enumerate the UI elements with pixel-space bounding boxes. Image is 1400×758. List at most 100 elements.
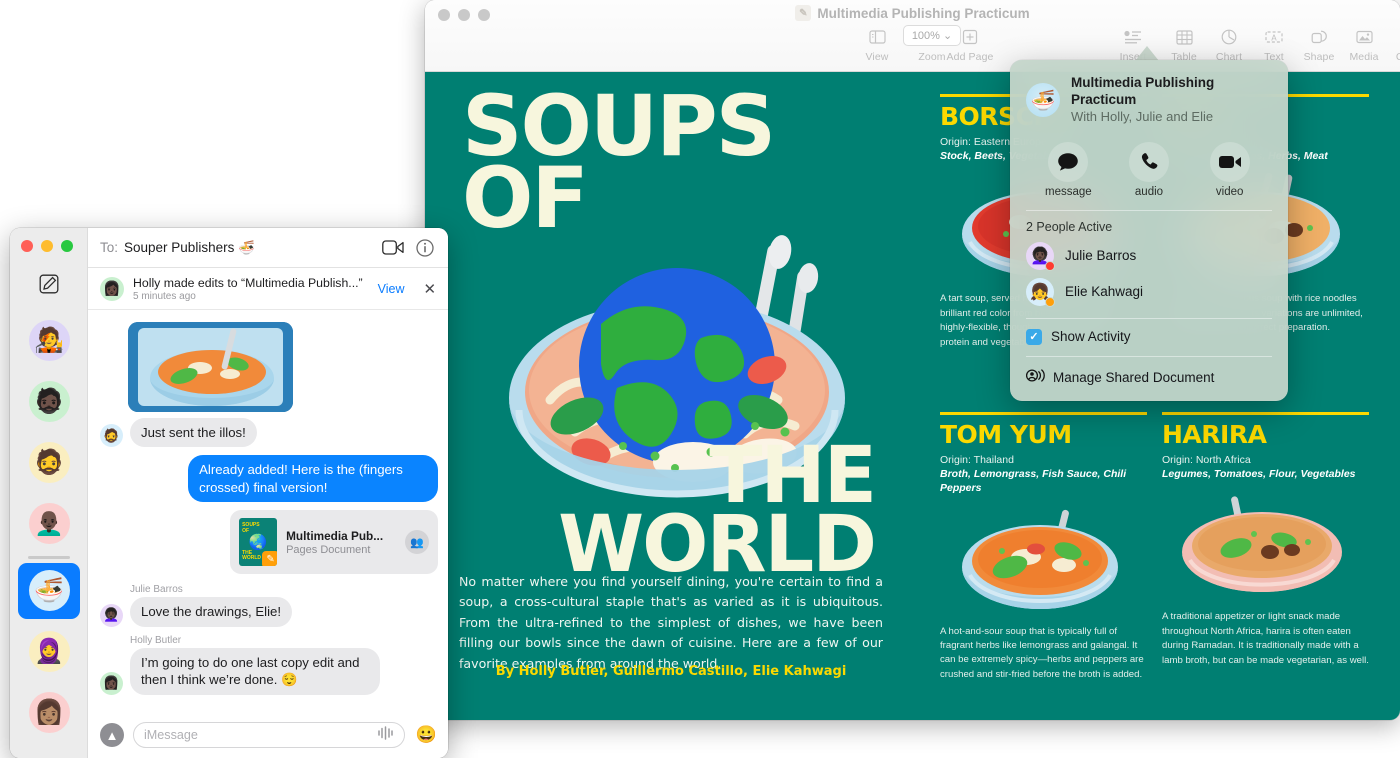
popover-divider-3	[1026, 356, 1272, 357]
avatar: 👧	[1026, 278, 1054, 306]
poster-title: SOUPS OF	[462, 90, 774, 234]
minimize-button[interactable]	[41, 240, 53, 252]
message-bubble[interactable]: Already added! Here is the (fingers cros…	[188, 455, 438, 502]
tom-yum-bowl-icon	[940, 505, 1140, 617]
toolbar-add-page-button[interactable]: Add Page	[938, 24, 1002, 63]
video-action-button[interactable]: video	[1198, 142, 1262, 198]
imessage-field-wrap[interactable]	[133, 722, 405, 748]
to-label: To:	[100, 240, 118, 255]
avatar: 🧑‍🎤	[29, 320, 70, 361]
close-button[interactable]	[21, 240, 33, 252]
show-activity-row[interactable]: ✓ Show Activity	[1010, 321, 1288, 354]
thumb-globe-soup-icon: 🌏	[249, 535, 268, 550]
phone-icon	[1129, 142, 1169, 182]
sender-label-julie: Julie Barros	[130, 584, 438, 595]
recipe-rule	[940, 412, 1147, 415]
recipe-origin: Origin: Thailand	[940, 453, 1147, 467]
banner-text: Holly made edits to “Multimedia Publish.…	[133, 276, 363, 302]
recipe-description: A traditional appetizer or light snack m…	[1162, 610, 1369, 668]
audio-action-button[interactable]: audio	[1117, 142, 1181, 198]
recipe-card-tom-yum: TOM YUM Origin: Thailand Broth, Lemongra…	[940, 412, 1147, 682]
recipe-name: HARIRA	[1162, 422, 1369, 447]
document-title: ✎ Multimedia Publishing Practicum	[425, 5, 1400, 21]
conversation-list: 🧑‍🎤 🧔🏿 🧔 👨🏿‍🦲 🍜 🧕	[10, 310, 88, 743]
image-attachment-bubble[interactable]	[128, 322, 293, 412]
banner-close-icon[interactable]: ✕	[420, 280, 441, 298]
conversation-item-6[interactable]: 👩🏽	[10, 682, 88, 743]
show-activity-label: Show Activity	[1051, 329, 1131, 344]
avatar: 👩🏿	[100, 277, 124, 301]
show-activity-checkbox[interactable]: ✓	[1026, 329, 1042, 345]
audio-waveform-icon[interactable]	[377, 726, 394, 745]
conversation-item-souper-publishers[interactable]: 🍜	[10, 560, 88, 621]
maximize-button[interactable]	[61, 240, 73, 252]
sender-label-holly: Holly Butler	[130, 635, 438, 646]
document-attachment-bubble[interactable]: SOUPS OF 🌏 THE WORLD ✎ Multimedia Pub...…	[230, 510, 438, 574]
avatar: 👩🏿	[100, 672, 123, 695]
compose-button[interactable]	[37, 272, 61, 296]
harira-bowl-icon	[1162, 490, 1362, 602]
banner-timestamp: 5 minutes ago	[133, 291, 363, 302]
person-row-elie-kahwagi[interactable]: 👧 Elie Kahwagi	[1010, 274, 1288, 310]
message-action-button[interactable]: message	[1036, 142, 1100, 198]
imessage-input[interactable]	[144, 728, 371, 742]
avatar: 🧔	[29, 442, 70, 483]
manage-shared-document-row[interactable]: Manage Shared Document	[1010, 359, 1288, 401]
message-bubble-icon	[1048, 142, 1088, 182]
recipe-origin: Origin: North Africa	[1162, 453, 1369, 467]
message-bubble[interactable]: Love the drawings, Elie!	[130, 597, 292, 626]
recipe-name: TOM YUM	[940, 422, 1147, 447]
avatar: 👨🏿‍🦲	[29, 503, 70, 544]
message-row-incoming-holly: 👩🏿 I’m going to do one last copy edit an…	[100, 648, 438, 695]
details-button[interactable]	[412, 235, 438, 261]
video-camera-icon	[382, 240, 404, 255]
facetime-button[interactable]	[380, 235, 406, 261]
compose-bar: ▲ 😀	[88, 712, 448, 758]
sidebar-icon	[845, 24, 909, 50]
message-bubble[interactable]: I’m going to do one last copy edit and t…	[130, 648, 380, 695]
message-bubble[interactable]: Just sent the illos!	[130, 418, 257, 447]
status-badge	[1045, 261, 1055, 271]
conversation-item-5[interactable]: 🧕	[10, 621, 88, 682]
conversation-item-0[interactable]: 🧑‍🎤	[10, 310, 88, 371]
avatar: 🧔	[100, 424, 123, 447]
video-camera-icon	[1210, 142, 1250, 182]
app-store-icon[interactable]: ▲	[100, 723, 124, 747]
message-row-incoming-julie: 👩🏿‍🦱 Love the drawings, Elie!	[100, 597, 438, 626]
popover-subtitle: With Holly, Julie and Elie	[1071, 109, 1272, 126]
popover-actions: message audio video	[1010, 130, 1288, 208]
person-row-julie-barros[interactable]: 👩🏿‍🦱 Julie Barros	[1010, 238, 1288, 274]
message-thread[interactable]: 🧔 Just sent the illos! Already added! He…	[88, 310, 448, 712]
popover-header: 🍜 Multimedia Publishing Practicum With H…	[1010, 60, 1288, 130]
attachment-name: Multimedia Pub...	[286, 529, 396, 543]
collaboration-popover: 🍜 Multimedia Publishing Practicum With H…	[1010, 60, 1288, 401]
poster-title-bottom: THE WORLD	[558, 442, 875, 579]
conversation-item-2[interactable]: 🧔	[10, 432, 88, 493]
poster-left-column: SOUPS OF	[447, 72, 897, 720]
messages-window-controls[interactable]	[21, 240, 73, 252]
manage-shared-icon	[1026, 368, 1045, 388]
recipe-illustration	[940, 505, 1147, 617]
popover-caret	[1135, 46, 1159, 61]
toolbar-add-page-label: Add Page	[938, 51, 1002, 63]
emoji-icon[interactable]: 😀	[414, 723, 438, 747]
activity-banner[interactable]: 👩🏿 Holly made edits to “Multimedia Publi…	[88, 268, 448, 310]
banner-title: Holly made edits to “Multimedia Publish.…	[133, 276, 363, 290]
recipient-name[interactable]: Souper Publishers 🍜	[124, 240, 255, 256]
conversation-item-3[interactable]: 👨🏿‍🦲	[10, 493, 88, 554]
screen: ✎ Multimedia Publishing Practicum View 1…	[0, 0, 1400, 758]
toolbar-comment-button[interactable]: Comment	[1387, 24, 1400, 63]
info-circle-icon	[416, 239, 434, 257]
zoom-value: 100%	[912, 30, 940, 42]
attachment-text: Multimedia Pub... Pages Document	[286, 529, 396, 556]
messages-main: To: Souper Publishers 🍜 👩🏿 Holly made ed…	[88, 228, 448, 758]
avatar: 🧕	[29, 631, 70, 672]
recipe-illustration	[1162, 490, 1369, 602]
pencil-icon: ✎	[262, 551, 277, 566]
banner-view-button[interactable]: View	[372, 282, 411, 296]
conversation-item-1[interactable]: 🧔🏿	[10, 371, 88, 432]
messages-window: 🧑‍🎤 🧔🏿 🧔 👨🏿‍🦲 🍜 🧕	[10, 228, 448, 758]
recipe-ingredients: Broth, Lemongrass, Fish Sauce, Chili Pep…	[940, 467, 1147, 495]
avatar: 👩🏿‍🦱	[100, 604, 123, 627]
pages-document-icon: ✎	[795, 5, 811, 21]
